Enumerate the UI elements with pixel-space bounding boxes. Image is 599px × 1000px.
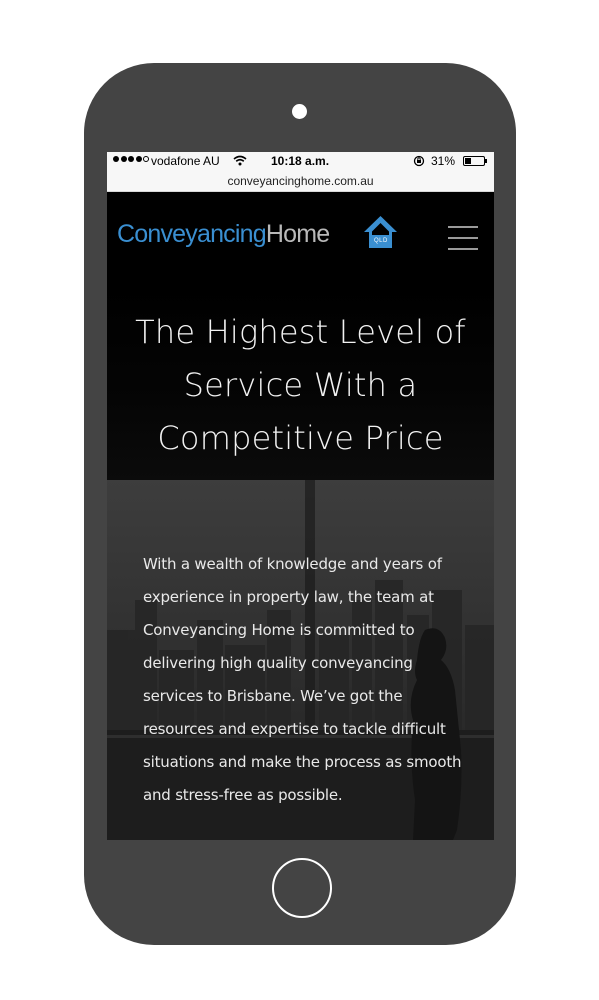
logo-word-home: Home xyxy=(265,220,330,248)
address-bar[interactable]: conveyancinghome.com.au xyxy=(107,172,494,192)
hero-section: The Highest Level of Service With a Comp… xyxy=(107,284,494,480)
battery-icon xyxy=(463,156,487,166)
status-bar: vodafone AU 10:18 a.m. 31% xyxy=(107,152,494,172)
camera-icon xyxy=(292,104,307,119)
background-photo-section: With a wealth of knowledge and years of … xyxy=(107,480,494,840)
logo-badge: QLD xyxy=(374,238,388,244)
signal-strength-icon xyxy=(113,156,149,162)
home-button[interactable] xyxy=(272,858,332,918)
intro-paragraph: With a wealth of knowledge and years of … xyxy=(143,555,462,804)
hamburger-menu-icon[interactable] xyxy=(446,224,480,252)
hero-title: The Highest Level of Service With a Comp… xyxy=(135,313,466,457)
site-logo[interactable]: ConveyancingHome QLD xyxy=(117,212,399,254)
battery-percent: 31% xyxy=(431,154,456,168)
url-text: conveyancinghome.com.au xyxy=(227,174,374,188)
site-header: ConveyancingHome QLD xyxy=(107,192,494,284)
rotation-lock-icon xyxy=(413,155,425,167)
clock-time: 10:18 a.m. xyxy=(271,154,330,168)
house-logo-icon xyxy=(364,216,397,248)
logo-wordmark: ConveyancingHome xyxy=(117,220,330,249)
logo-word-conveyancing: Conveyancing xyxy=(117,220,267,248)
wifi-icon xyxy=(233,155,247,166)
carrier-name: vodafone AU xyxy=(151,154,220,168)
phone-screen: vodafone AU 10:18 a.m. 31% conveyancingh… xyxy=(107,152,494,840)
